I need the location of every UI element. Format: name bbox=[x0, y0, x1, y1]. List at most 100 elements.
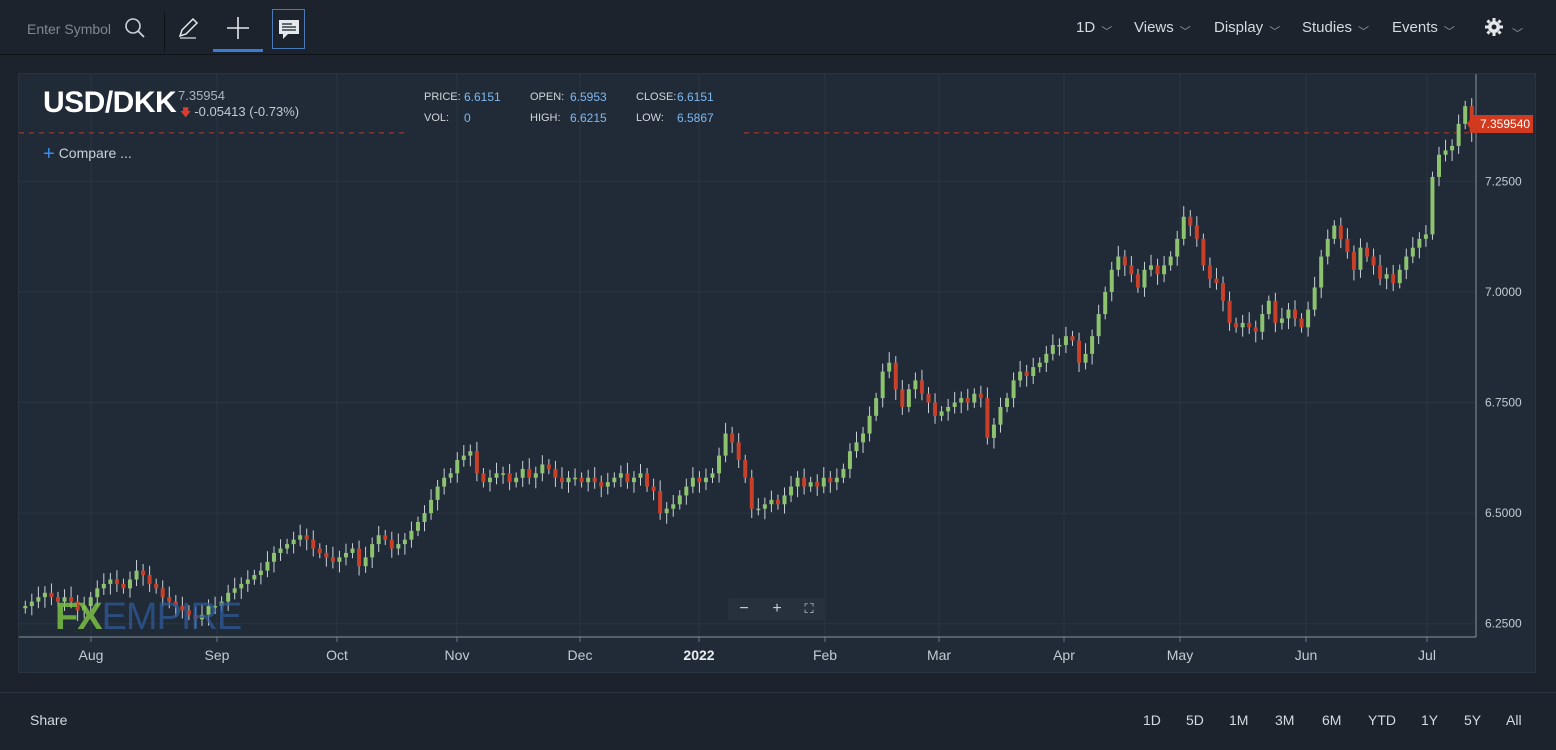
candle-body bbox=[684, 486, 689, 496]
candle-body bbox=[520, 468, 525, 478]
candle-body bbox=[703, 477, 708, 483]
symbol-search[interactable] bbox=[25, 14, 155, 42]
candle-body bbox=[1293, 309, 1298, 319]
fullscreen-icon[interactable]: ⛶ bbox=[796, 599, 822, 619]
candle-body bbox=[1365, 247, 1370, 257]
candle-body bbox=[1142, 269, 1147, 288]
candle-body bbox=[671, 504, 676, 509]
candle-body bbox=[710, 473, 715, 478]
candle-body bbox=[998, 406, 1003, 425]
candle-body bbox=[1312, 287, 1317, 310]
candle-body bbox=[402, 539, 407, 545]
range-5d[interactable]: 5D bbox=[1186, 712, 1204, 728]
candle-body bbox=[298, 535, 303, 540]
candle-body bbox=[893, 362, 898, 390]
candle-body bbox=[383, 535, 388, 540]
candle-body bbox=[1122, 256, 1127, 266]
candle-body bbox=[376, 535, 381, 545]
range-1m[interactable]: 1M bbox=[1229, 712, 1248, 728]
candle-body bbox=[991, 424, 996, 438]
candle-body bbox=[1221, 283, 1226, 301]
candle-body bbox=[1168, 256, 1173, 266]
compare-button[interactable]: + Compare ... bbox=[43, 143, 132, 166]
range-6m[interactable]: 6M bbox=[1322, 712, 1341, 728]
chart-panel[interactable]: 6.2500 6.5000 6.7500 7.0000 7.2500 Aug Sep Oct N… bbox=[18, 73, 1536, 673]
compare-label: Compare ... bbox=[58, 145, 132, 161]
last-price: 7.35954 bbox=[178, 88, 225, 103]
candle-body bbox=[1063, 336, 1068, 346]
candle-body bbox=[474, 451, 479, 474]
fxempire-logo: FXEMPIRE bbox=[55, 596, 243, 639]
candle-body bbox=[121, 583, 126, 589]
candle-body bbox=[802, 477, 807, 487]
candle-body bbox=[1050, 345, 1055, 354]
draw-button[interactable] bbox=[170, 10, 206, 46]
candle-body bbox=[782, 495, 787, 505]
candle-body bbox=[1181, 216, 1186, 239]
candle-body bbox=[415, 521, 420, 531]
candle-body bbox=[743, 460, 748, 478]
candle-body bbox=[972, 393, 977, 403]
candle-body bbox=[42, 592, 47, 598]
candle-body bbox=[867, 415, 872, 434]
candle-body bbox=[959, 398, 964, 403]
range-1y[interactable]: 1Y bbox=[1421, 712, 1438, 728]
range-all[interactable]: All bbox=[1506, 712, 1522, 728]
close-value: 6.6151 bbox=[677, 90, 714, 104]
active-tool-indicator bbox=[213, 49, 263, 52]
candle-body bbox=[494, 473, 499, 478]
candle-body bbox=[461, 455, 466, 461]
candle-body bbox=[455, 460, 460, 474]
candlestick-chart[interactable]: 6.2500 6.5000 6.7500 7.0000 7.2500 Aug Sep Oct N… bbox=[19, 74, 1537, 674]
candle-body bbox=[540, 464, 545, 474]
candle-body bbox=[880, 371, 885, 399]
candle-body bbox=[1116, 256, 1121, 270]
logo-empire: EMPIRE bbox=[101, 596, 243, 638]
x-tick-label: Aug bbox=[79, 647, 104, 663]
candle-body bbox=[946, 406, 951, 412]
display-menu[interactable]: Display ﹀ bbox=[1214, 19, 1280, 38]
gear-icon[interactable] bbox=[1484, 17, 1504, 37]
candle-body bbox=[677, 495, 682, 505]
search-icon[interactable] bbox=[123, 16, 147, 40]
candle-body bbox=[1266, 300, 1271, 315]
candle-body bbox=[631, 477, 636, 483]
candle-body bbox=[114, 579, 119, 584]
y-tick-label: 7.2500 bbox=[1485, 174, 1522, 188]
candle-body bbox=[828, 477, 833, 483]
zoom-out-button[interactable]: − bbox=[731, 599, 757, 619]
range-3m[interactable]: 3M bbox=[1275, 712, 1294, 728]
studies-menu[interactable]: Studies ﹀ bbox=[1302, 19, 1369, 38]
x-tick-label: Oct bbox=[326, 647, 348, 663]
candle-body bbox=[1090, 336, 1095, 354]
range-1d[interactable]: 1D bbox=[1143, 712, 1161, 728]
candle-body bbox=[795, 477, 800, 487]
candle-body bbox=[605, 482, 610, 487]
views-menu-label: Views bbox=[1134, 19, 1174, 36]
chevron-down-icon[interactable]: ﹀ bbox=[1512, 25, 1523, 41]
news-button[interactable] bbox=[272, 9, 305, 49]
volume-label: VOL: bbox=[424, 112, 450, 124]
interval-menu[interactable]: 1D ﹀ bbox=[1076, 19, 1112, 38]
candle-body bbox=[1240, 322, 1245, 328]
candle-body bbox=[533, 473, 538, 478]
candle-body bbox=[900, 389, 905, 407]
candle-body bbox=[553, 468, 558, 478]
y-tick-label: 6.7500 bbox=[1485, 396, 1522, 410]
candle-body bbox=[389, 539, 394, 549]
events-menu[interactable]: Events ﹀ bbox=[1392, 19, 1455, 38]
symbol-search-input[interactable] bbox=[25, 18, 124, 40]
views-menu[interactable]: Views ﹀ bbox=[1134, 19, 1191, 38]
candle-body bbox=[965, 398, 970, 403]
crosshair-button[interactable] bbox=[220, 10, 256, 46]
price-label: PRICE: bbox=[424, 91, 461, 103]
zoom-in-button[interactable]: + bbox=[764, 599, 790, 619]
range-ytd[interactable]: YTD bbox=[1368, 712, 1396, 728]
down-arrow-icon: 🡇 bbox=[180, 107, 192, 119]
candle-body bbox=[1234, 322, 1239, 328]
range-5y[interactable]: 5Y bbox=[1464, 712, 1481, 728]
candle-body bbox=[1332, 225, 1337, 239]
share-button[interactable]: Share bbox=[30, 712, 67, 728]
candle-body bbox=[154, 583, 159, 589]
candle-body bbox=[1450, 145, 1455, 151]
